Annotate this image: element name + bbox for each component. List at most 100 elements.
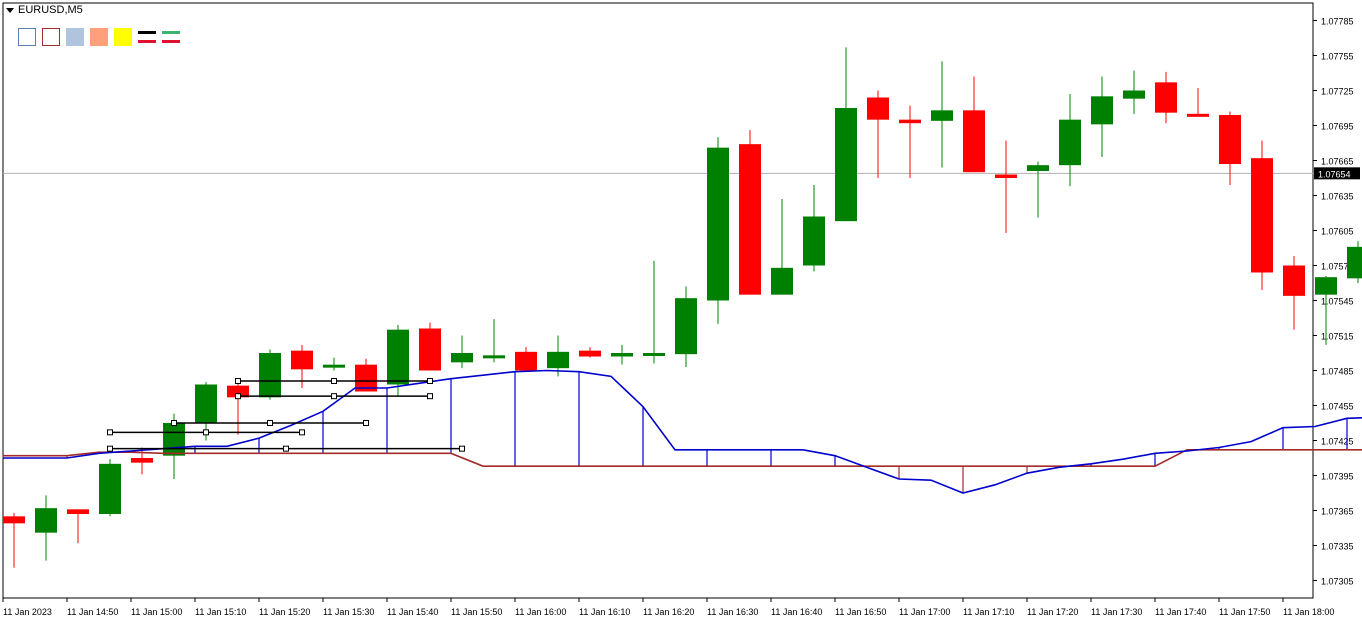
candle-body xyxy=(707,147,729,301)
square-fill-yellow-icon[interactable] xyxy=(114,28,132,46)
trendline-handle[interactable] xyxy=(107,429,113,436)
trendline-handle[interactable] xyxy=(203,429,209,436)
candle[interactable] xyxy=(35,495,57,561)
x-tick-label: 11 Jan 16:50 xyxy=(835,607,886,617)
candle[interactable] xyxy=(3,512,25,568)
candle-body xyxy=(1219,115,1241,164)
x-tick-label: 11 Jan 18:00 xyxy=(1283,607,1334,617)
candle[interactable] xyxy=(451,335,473,369)
y-tick-label: 1.07455 xyxy=(1321,402,1354,412)
horizontal-trendline[interactable] xyxy=(107,445,465,452)
trendline-handle[interactable] xyxy=(283,445,289,452)
candle[interactable] xyxy=(227,382,249,435)
x-tick-label: 11 Jan 15:40 xyxy=(387,607,438,617)
x-tick-label: 11 Jan 15:50 xyxy=(451,607,502,617)
candle[interactable] xyxy=(803,185,825,272)
candle[interactable] xyxy=(1283,256,1305,330)
candle-body xyxy=(1251,158,1273,273)
candle[interactable] xyxy=(1091,76,1113,158)
candle[interactable] xyxy=(771,199,793,295)
candle[interactable] xyxy=(355,358,377,392)
symbol-header[interactable]: EURUSD,M5 xyxy=(6,4,83,16)
y-tick-label: 1.07725 xyxy=(1321,87,1354,97)
candle[interactable] xyxy=(1027,161,1049,218)
candle[interactable] xyxy=(707,137,729,324)
price-chart[interactable]: 1.07785 1.07755 1.07725 1.07695 1.07665 1.076… xyxy=(0,0,1362,624)
x-tick-label: 11 Jan 17:10 xyxy=(963,607,1014,617)
candle[interactable] xyxy=(1123,70,1145,114)
x-tick-label: 11 Jan 14:50 xyxy=(67,607,118,617)
candle[interactable] xyxy=(323,357,345,371)
drawn-objects xyxy=(107,378,465,452)
candle-body xyxy=(163,423,185,456)
y-tick-label: 1.07635 xyxy=(1321,192,1354,202)
candle[interactable] xyxy=(643,260,665,364)
candle[interactable] xyxy=(611,344,633,365)
trendline-handle[interactable] xyxy=(107,445,113,452)
candle[interactable] xyxy=(1155,71,1177,124)
square-outline-red-icon[interactable] xyxy=(42,28,60,46)
line-black-red-icon[interactable] xyxy=(138,28,156,46)
trendline-handle[interactable] xyxy=(235,393,241,400)
candle[interactable] xyxy=(1251,140,1273,290)
trendline-handle[interactable] xyxy=(331,393,337,400)
trendline-handle[interactable] xyxy=(235,378,241,384)
ma-slow-line[interactable] xyxy=(3,449,1362,467)
horizontal-trendline[interactable] xyxy=(107,429,305,436)
candle-body xyxy=(803,216,825,266)
candle[interactable] xyxy=(579,347,601,358)
chart-area[interactable]: 1.07785 1.07755 1.07725 1.07695 1.07665 1.076… xyxy=(0,0,1362,624)
candle[interactable] xyxy=(1187,88,1209,117)
candle[interactable] xyxy=(515,347,537,371)
candle[interactable] xyxy=(995,140,1017,233)
candle-body xyxy=(99,463,121,514)
x-tick-label: 11 Jan 17:50 xyxy=(1219,607,1270,617)
y-tick-label: 1.07665 xyxy=(1321,157,1354,167)
candle[interactable] xyxy=(419,322,441,371)
y-tick-label: 1.07695 xyxy=(1321,122,1354,132)
candle-body xyxy=(1155,82,1177,113)
square-fill-salmon-icon[interactable] xyxy=(90,28,108,46)
candle[interactable] xyxy=(835,47,857,222)
trendline-handle[interactable] xyxy=(171,420,177,426)
trendline-handle[interactable] xyxy=(267,420,273,426)
object-toolbar xyxy=(18,28,180,46)
y-tick-label: 1.07365 xyxy=(1321,507,1354,517)
candle[interactable] xyxy=(99,459,121,517)
trendline-handle[interactable] xyxy=(427,378,433,384)
candle[interactable] xyxy=(1347,241,1362,283)
x-tick-label: 11 Jan 15:10 xyxy=(195,607,246,617)
candle[interactable] xyxy=(1219,111,1241,186)
candle-body xyxy=(643,353,665,356)
candle[interactable] xyxy=(931,61,953,168)
y-tick-label: 1.07485 xyxy=(1321,367,1354,377)
y-tick-label: 1.07605 xyxy=(1321,227,1354,237)
trendline-handle[interactable] xyxy=(363,420,369,426)
current-price-label: 1.07654 xyxy=(1318,169,1351,179)
candle[interactable] xyxy=(675,286,697,368)
candle[interactable] xyxy=(739,130,761,295)
square-outline-blue-icon[interactable] xyxy=(18,28,36,46)
chart-frame xyxy=(2,2,1314,599)
trendline-handle[interactable] xyxy=(459,445,465,452)
y-tick-label: 1.07425 xyxy=(1321,437,1354,447)
square-fill-lightblue-icon[interactable] xyxy=(66,28,84,46)
candle-body xyxy=(1123,90,1145,99)
candle[interactable] xyxy=(67,509,89,544)
chevron-down-icon[interactable] xyxy=(6,7,14,13)
candle-body xyxy=(1315,277,1337,295)
candle-body xyxy=(387,329,409,385)
line-green-red-icon[interactable] xyxy=(162,28,180,46)
candle[interactable] xyxy=(963,76,985,173)
trendline-handle[interactable] xyxy=(331,378,337,384)
candle[interactable] xyxy=(483,319,505,363)
candle[interactable] xyxy=(1059,94,1081,187)
candle[interactable] xyxy=(899,105,921,178)
trendline-handle[interactable] xyxy=(427,393,433,400)
candle-body xyxy=(579,350,601,357)
trendline-handle[interactable] xyxy=(299,429,305,436)
candle[interactable] xyxy=(867,90,889,179)
y-tick-label: 1.07785 xyxy=(1321,17,1354,27)
candle[interactable] xyxy=(259,349,281,400)
candle-body xyxy=(931,110,953,121)
